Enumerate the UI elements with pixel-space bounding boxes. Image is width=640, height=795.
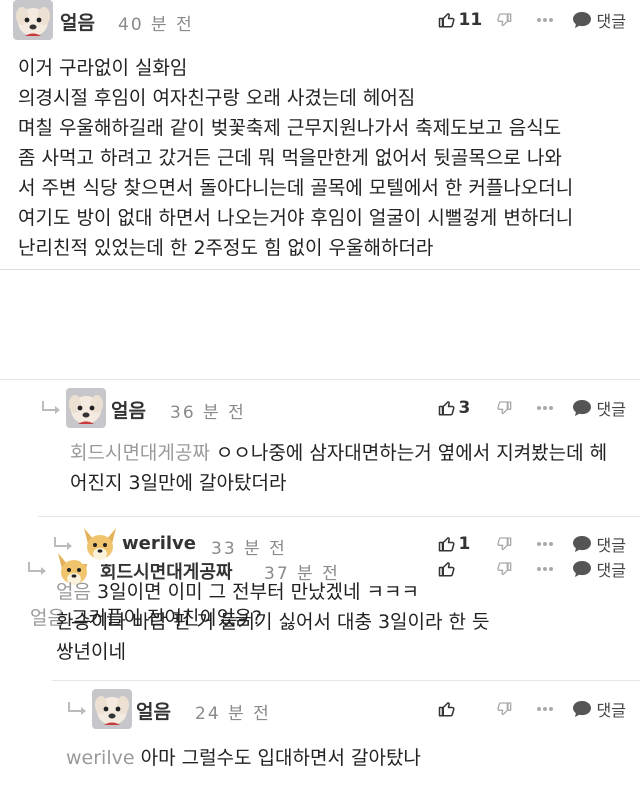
thumbs-up-icon [438,13,455,28]
thumbs-down-icon [496,702,511,716]
more-dots-icon [536,406,553,410]
reply-arrow-icon [68,702,86,715]
speech-bubble-icon [572,12,591,28]
thumbs-down-icon [496,13,511,27]
comment: 회드시면대게공짜 37 분 전 댓글 얼음 그커플이 전여친이었음? [0,270,640,629]
comment-header: 얼음 24 분 전 댓글 [66,689,640,729]
comment-body: 얼음 3일이면 이미 그 전부터 만났겠네 ㅋㅋㅋ 환승이나 바람 핀 거 들키… [56,577,636,667]
thumbs-up-icon [438,537,455,552]
more-dots-icon [536,18,553,22]
comment-time: 33 분 전 [211,539,287,559]
mention[interactable]: werilve [66,747,135,769]
thumbs-down-icon [496,401,511,415]
mention[interactable]: 얼음 [56,581,91,603]
comment-time: 36 분 전 [170,403,246,423]
mention[interactable]: 회드시면대게공짜 [70,442,210,464]
comment-header: 얼음 36 분 전 3 댓글 [38,388,640,428]
more-dots-icon [536,542,553,546]
thumbs-up-icon [438,702,455,717]
avatar[interactable] [66,388,106,428]
reply-arrow-icon [42,401,60,414]
dislike-button[interactable] [496,701,536,717]
like-count: 3 [458,398,471,418]
more-button[interactable] [536,706,572,712]
reply-arrow-icon [54,537,72,550]
reply-button[interactable]: 댓글 [572,532,626,556]
reply-arrow-icon [28,562,46,575]
comment-actions: 3 댓글 [438,388,626,428]
like-count: 1 [458,534,471,554]
reply-button[interactable]: 댓글 [572,396,626,420]
reply-label: 댓글 [596,701,626,720]
comment-author[interactable]: 얼음 [136,697,171,724]
like-count: 11 [458,10,483,30]
reply-label: 댓글 [596,400,626,419]
comment-time: 40 분 전 [118,15,194,35]
comment-actions: 1 댓글 [438,524,626,564]
like-button[interactable] [438,700,496,718]
reply-button[interactable]: 댓글 [572,8,626,32]
more-button[interactable] [536,541,572,547]
speech-bubble-icon [572,701,591,717]
speech-bubble-icon [572,536,591,552]
comment-author[interactable]: 얼음 [111,396,146,423]
more-dots-icon [536,707,553,711]
dislike-button[interactable] [496,12,536,28]
reply-label: 댓글 [596,536,626,555]
like-button[interactable]: 1 [438,534,496,554]
dislike-button[interactable] [496,536,536,552]
like-button[interactable]: 3 [438,398,496,418]
speech-bubble-icon [572,400,591,416]
comment-header: 얼음 40 분 전 11 댓글 [0,0,640,40]
dislike-button[interactable] [496,400,536,416]
more-button[interactable] [536,405,572,411]
thumbs-up-icon [438,401,455,416]
comment: 얼음 40 분 전 11 댓글 이거 구라없이 실화임 의경시절 후임이 여자친… [0,0,640,270]
avatar[interactable] [13,0,53,40]
like-button[interactable]: 11 [438,10,496,30]
comment-author[interactable]: werilve [122,533,196,554]
more-button[interactable] [536,17,572,23]
comment-author[interactable]: 얼음 [60,8,95,35]
comment-actions: 댓글 [438,689,626,729]
comment: 얼음 36 분 전 3 댓글 회드시면대게공짜 ㅇㅇ나중에 삼자대면하는거 옆에… [38,380,640,517]
comment-body: 회드시면대게공짜 ㅇㅇ나중에 삼자대면하는거 옆에서 지켜봤는데 헤 어진지 3… [70,438,635,498]
thumbs-down-icon [496,537,511,551]
avatar[interactable] [92,689,132,729]
comment-text: 3일이면 이미 그 전부터 만났겠네 ㅋㅋㅋ 환승이나 바람 핀 거 들키기 싫… [56,581,490,663]
comment-body: werilve 아마 그럴수도 입대하면서 갈아탔나 [66,743,636,773]
reply-label: 댓글 [596,12,626,31]
comment: 얼음 24 분 전 댓글 werilve 아마 그럴수도 입대하면서 갈아탔나 [66,681,640,795]
comment-time: 24 분 전 [195,704,271,724]
comment-actions: 11 댓글 [438,0,626,40]
comment-text: 아마 그럴수도 입대하면서 갈아탔나 [140,747,421,769]
avatar[interactable] [80,524,120,564]
comment: werilve 33 분 전 1 댓글 얼음 3일이면 이미 그 전부터 만났겠… [52,517,640,681]
reply-button[interactable]: 댓글 [572,697,626,721]
comment-header: werilve 33 분 전 1 댓글 [52,524,640,564]
comment-body: 이거 구라없이 실화임 의경시절 후임이 여자친구랑 오래 사겼는데 헤어짐 며… [18,57,574,259]
